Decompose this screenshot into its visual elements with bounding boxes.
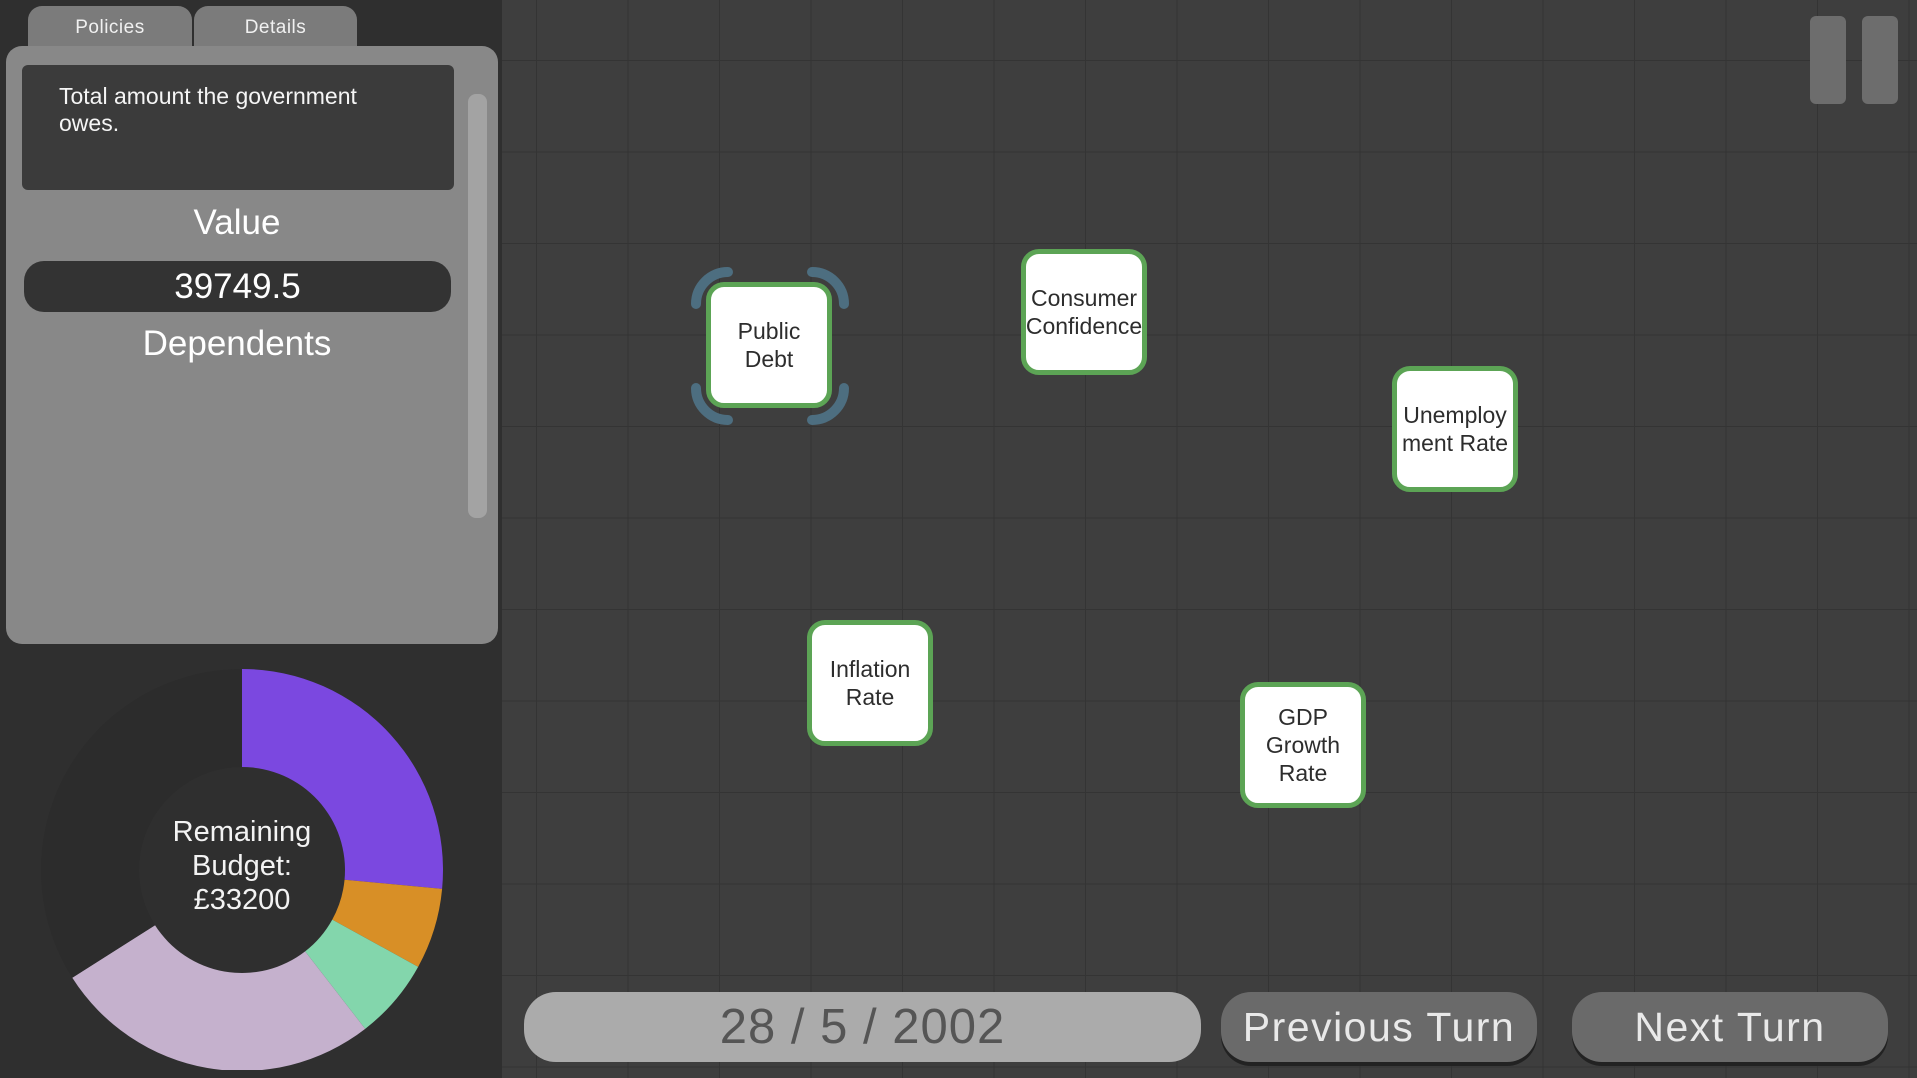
previous-turn-label: Previous Turn: [1242, 1003, 1516, 1050]
budget-label-line2: Budget:: [192, 850, 292, 882]
previous-turn-button[interactable]: Previous Turn: [1221, 992, 1537, 1062]
remaining-budget-label: Remaining Budget: £33200: [126, 815, 358, 917]
value-heading: Value: [193, 203, 281, 242]
tab-details[interactable]: Details: [194, 6, 357, 50]
details-panel: Total amount the government owes. Value …: [6, 46, 498, 644]
node-consumer-confidence[interactable]: Consumer Confidence: [1021, 249, 1147, 375]
policy-map-canvas[interactable]: [502, 0, 1917, 1078]
value-readout: 39749.5: [24, 261, 451, 312]
description-text: Total amount the government owes.: [59, 83, 357, 136]
next-turn-button[interactable]: Next Turn: [1572, 992, 1888, 1062]
pause-icon-bar-left[interactable]: [1810, 16, 1846, 104]
node-inflation-rate[interactable]: Inflation Rate: [807, 620, 933, 746]
node-label: GDP Growth Rate: [1265, 704, 1341, 786]
pause-icon-bar-right[interactable]: [1862, 16, 1898, 104]
budget-label-line1: Remaining: [172, 816, 312, 848]
sidebar: Policies Details Total amount the govern…: [0, 0, 502, 1078]
current-date: 28 / 5 / 2002: [524, 992, 1201, 1062]
panel-scrollbar[interactable]: [468, 94, 487, 518]
node-label: Inflation Rate: [829, 656, 911, 710]
node-public-debt[interactable]: Public Debt: [706, 282, 832, 408]
node-label: Consumer Confidence: [1025, 285, 1143, 339]
tab-policies[interactable]: Policies: [28, 6, 192, 50]
node-label: Unemploy ment Rate: [1401, 402, 1509, 456]
next-turn-label: Next Turn: [1634, 1003, 1826, 1050]
node-label: Public Debt: [737, 318, 801, 372]
date-text: 28 / 5 / 2002: [719, 1000, 1006, 1054]
node-gdp-growth-rate[interactable]: GDP Growth Rate: [1240, 682, 1366, 808]
dependents-heading: Dependents: [142, 324, 332, 363]
description-box: Total amount the government owes.: [22, 65, 454, 190]
value-text: 39749.5: [174, 266, 301, 306]
budget-label-amount: £33200: [193, 884, 291, 916]
node-unemployment-rate[interactable]: Unemploy ment Rate: [1392, 366, 1518, 492]
